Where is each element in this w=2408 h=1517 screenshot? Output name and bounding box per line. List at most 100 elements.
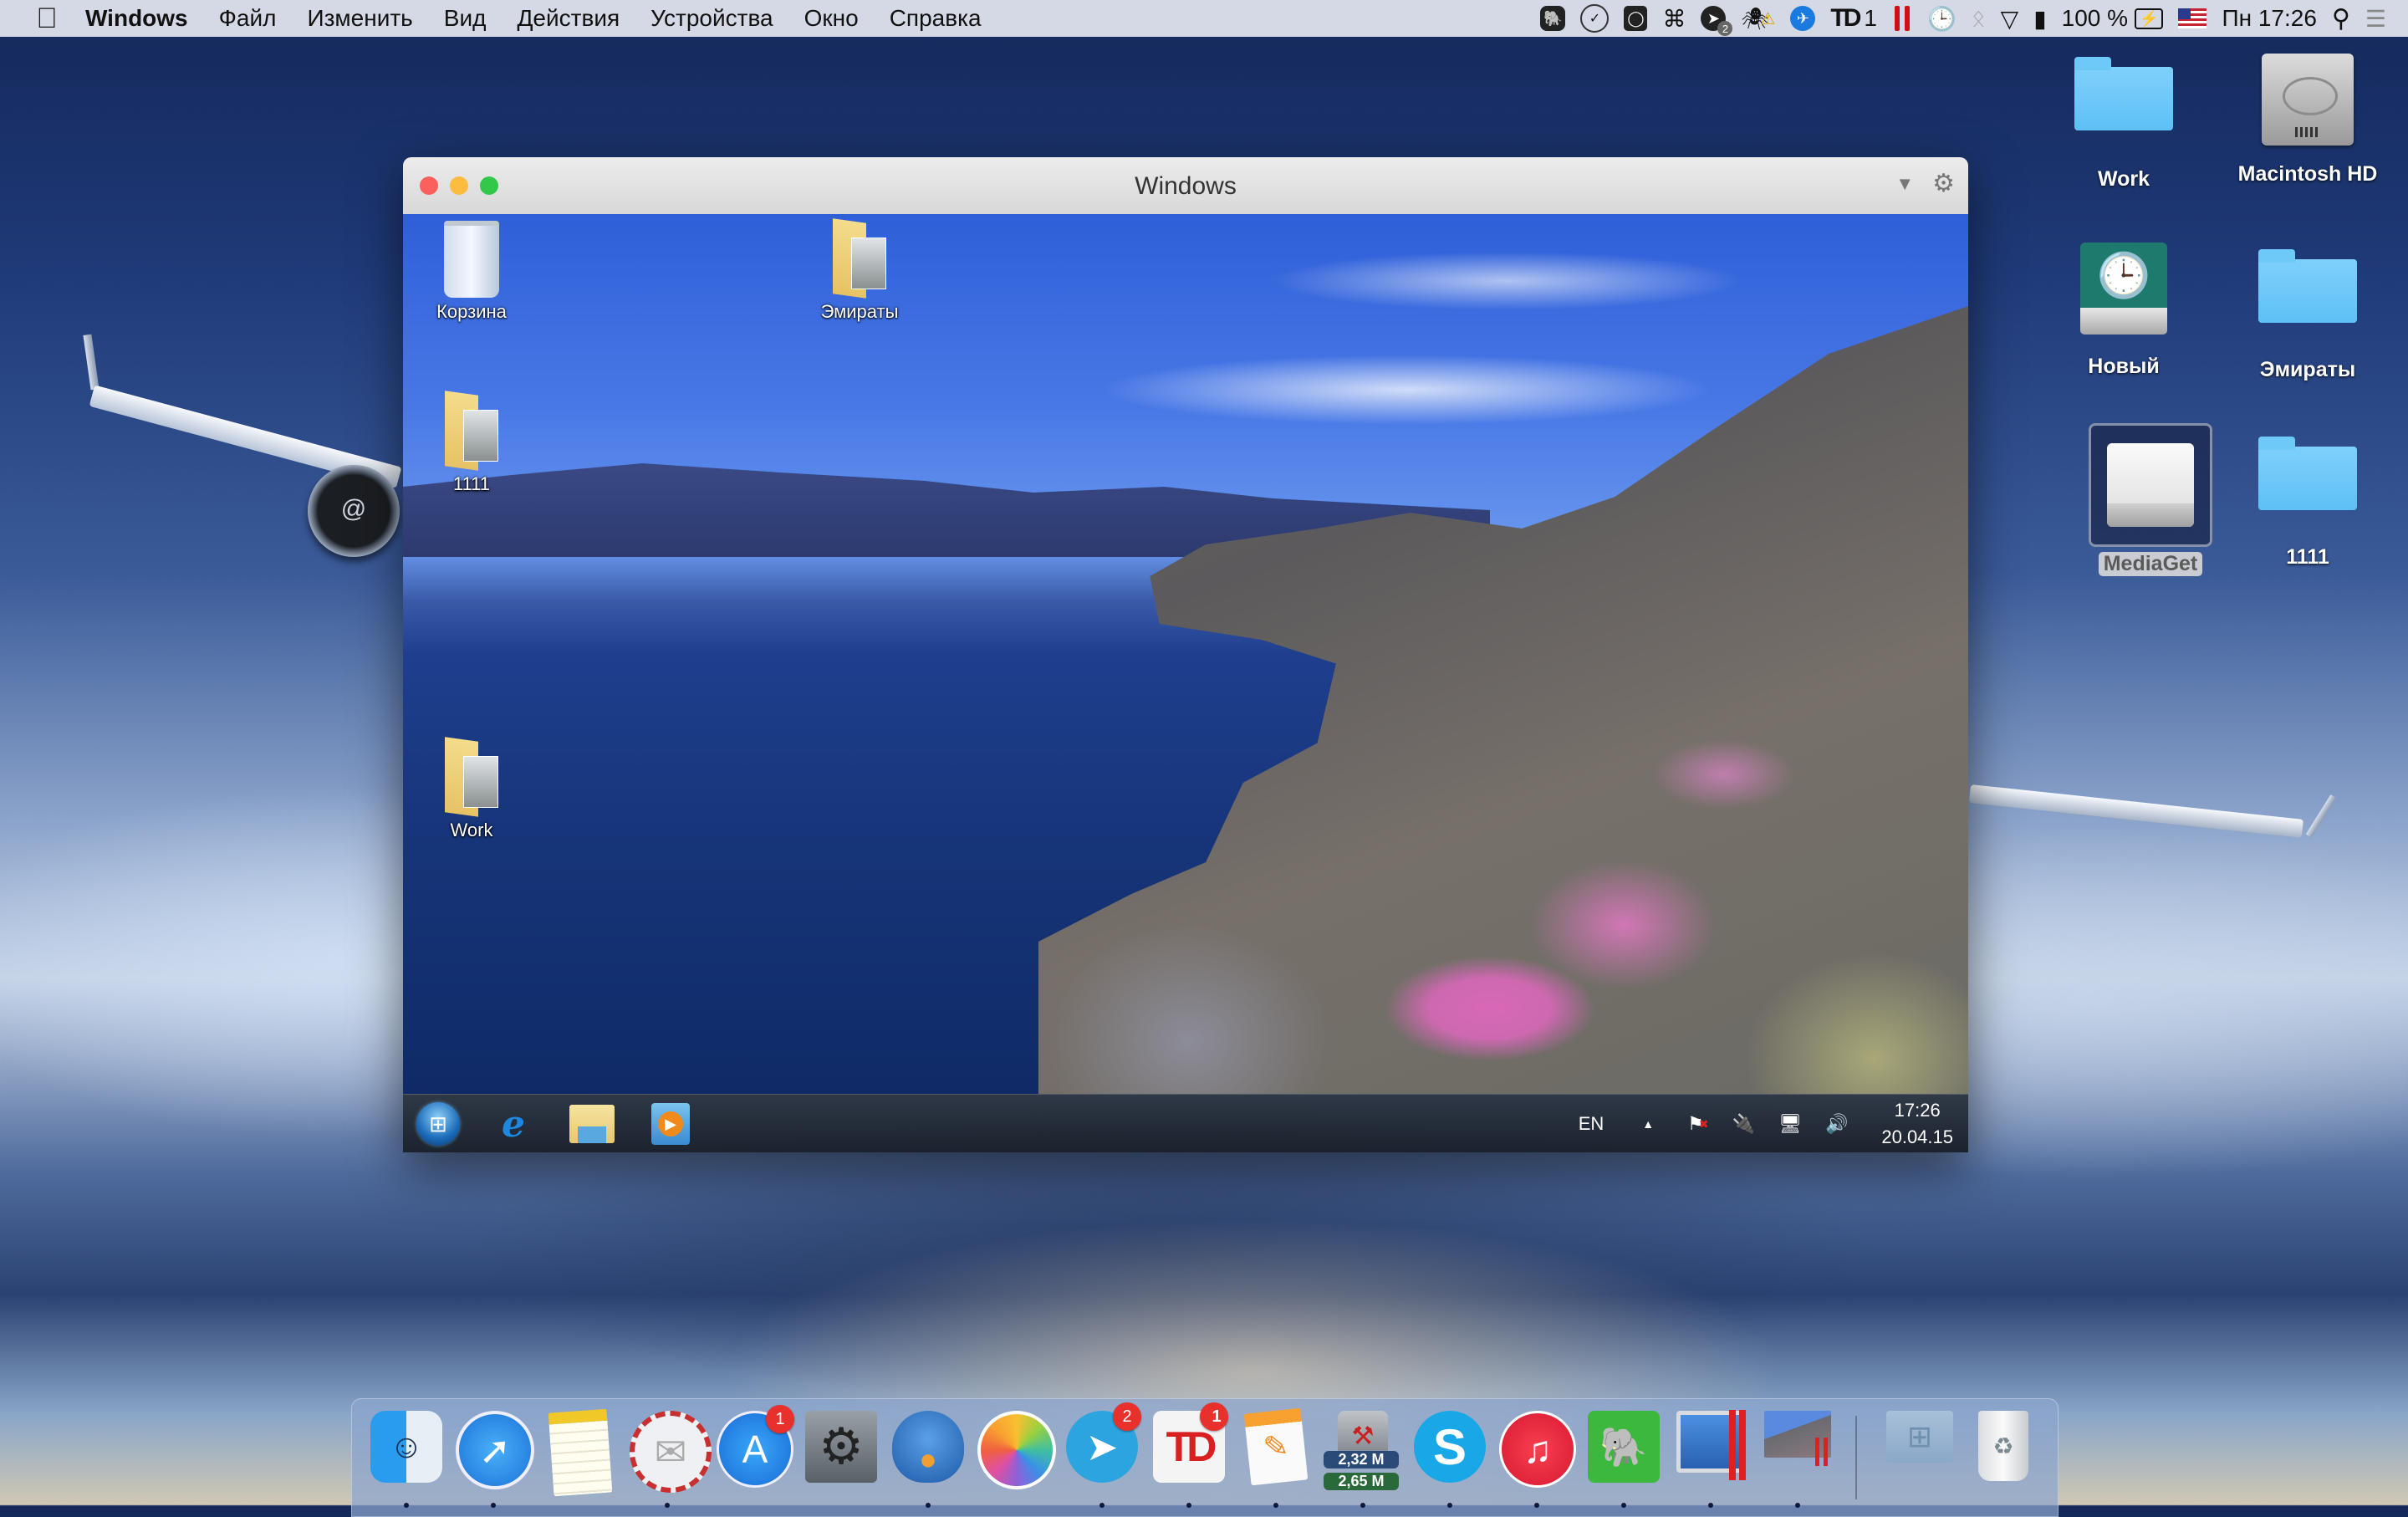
start-button[interactable]: ⊞ bbox=[416, 1102, 460, 1146]
menu-app-name[interactable]: Windows bbox=[85, 5, 188, 32]
win-desktop-icon-recycle-bin[interactable]: Корзина bbox=[413, 221, 530, 323]
desktop-icon-work[interactable]: Work bbox=[2040, 47, 2207, 192]
bluetooth-menu-icon[interactable]: ᛟ bbox=[1972, 0, 1986, 37]
win-desktop-icon-1111[interactable]: 1111 bbox=[413, 393, 530, 495]
desktop-icon-1111[interactable]: 1111 bbox=[2224, 430, 2391, 570]
desktop-icon-label: 1111 bbox=[2286, 545, 2329, 569]
taskbar-time: 17:26 bbox=[1894, 1100, 1941, 1121]
dock-finder[interactable]: ☺ bbox=[369, 1411, 444, 1508]
dock-skype[interactable]: S bbox=[1412, 1411, 1487, 1508]
wunderlist-menu-icon[interactable]: ✓ bbox=[1580, 0, 1610, 37]
dock-tweetbot[interactable]: ● bbox=[890, 1411, 966, 1508]
time-machine-menu-icon[interactable]: 🕒 bbox=[1927, 0, 1956, 37]
win-icon-label: Корзина bbox=[436, 301, 507, 322]
dock-safari[interactable]: ➚ bbox=[456, 1411, 534, 1508]
desktop-icon-novyi[interactable]: 🕒 Новый bbox=[2040, 243, 2207, 379]
win-icon-label: 1111 bbox=[452, 473, 491, 494]
desktop-icon-emiraty[interactable]: Эмираты bbox=[2224, 243, 2391, 382]
dock-photos[interactable] bbox=[977, 1411, 1056, 1494]
dock-pages[interactable]: ✎ bbox=[1238, 1407, 1314, 1508]
menu-actions[interactable]: Действия bbox=[517, 5, 620, 32]
dock-parallels-desktop[interactable] bbox=[1673, 1410, 1748, 1508]
parallels-menu-icon[interactable] bbox=[1892, 0, 1912, 37]
desktop-icon-mediaget[interactable]: MediaGet bbox=[2067, 423, 2234, 576]
taskbar-clock[interactable]: 17:26 20.04.15 bbox=[1881, 1097, 1953, 1151]
dock-telegram[interactable]: ➤ 2 bbox=[1064, 1402, 1141, 1508]
airplane-wing-right bbox=[1968, 784, 2303, 838]
menu-bar:  Windows Файл Изменить Вид Действия Уст… bbox=[0, 0, 2408, 37]
spotlight-search-icon[interactable]: ⚲ bbox=[2332, 0, 2350, 37]
window-titlebar[interactable]: Windows ▼ ⚙ bbox=[403, 157, 1968, 215]
telegram-menu-icon[interactable]: ➤ 2 bbox=[1701, 0, 1733, 37]
system-tray: EN ▲ ⚑ ✖ 🔌 🖥 🔊 17:26 20.04.15 bbox=[1555, 1095, 1953, 1152]
dock-app-store[interactable]: A1 bbox=[717, 1405, 794, 1494]
dock-evernote[interactable]: 🐘 bbox=[1586, 1411, 1661, 1508]
apple-menu-icon[interactable]:  bbox=[33, 4, 60, 33]
running-indicator bbox=[1273, 1503, 1278, 1508]
power-plug-icon[interactable]: 🔌 bbox=[1732, 1113, 1755, 1135]
gear-icon: ⚙ bbox=[805, 1411, 877, 1483]
input-source-flag-icon[interactable] bbox=[2178, 0, 2207, 37]
taskbar-internet-explorer[interactable]: e bbox=[488, 1101, 538, 1147]
taskbar-media-player[interactable]: ▶ bbox=[645, 1101, 696, 1147]
dock-airmail[interactable]: ✉ bbox=[630, 1411, 712, 1508]
menu-file[interactable]: Файл bbox=[219, 5, 277, 32]
parallels-monitor-icon bbox=[1676, 1410, 1746, 1480]
win-desktop-icon-emiraty[interactable]: Эмираты bbox=[801, 221, 918, 323]
command-menu-icon[interactable]: ⌘ bbox=[1662, 0, 1686, 37]
win-icon-label: Эмираты bbox=[820, 301, 899, 322]
photos-flower-icon bbox=[977, 1411, 1056, 1489]
desktop-icon-macintosh-hd[interactable]: Macintosh HD bbox=[2224, 54, 2391, 186]
dock-notes[interactable] bbox=[543, 1408, 618, 1497]
desktop-icon-label-selected: MediaGet bbox=[2098, 552, 2203, 576]
dock: ☺ ➚ ✉ A1 ⚙ ● ➤2 TD1 ✎ ⚒ 2,32 M 2,65 M bbox=[351, 1398, 2059, 1517]
drweb-menu-icon[interactable]: 🕷 ⚠ bbox=[1741, 0, 1775, 37]
windows-vm-thumbnail-icon bbox=[1764, 1411, 1831, 1466]
vm-window: Windows ▼ ⚙ Корзина Эмираты 1111 Work ⊞ … bbox=[403, 157, 1968, 1152]
language-indicator[interactable]: EN bbox=[1579, 1113, 1604, 1135]
network-monitor-icon[interactable]: 🖥 bbox=[1778, 1113, 1802, 1135]
dock-separator bbox=[1855, 1416, 1857, 1499]
dock-todoist[interactable]: TD 1 bbox=[1151, 1402, 1228, 1508]
todoist-menu-icon[interactable]: TD 1 bbox=[1830, 0, 1877, 37]
hard-drive-icon bbox=[2262, 54, 2354, 146]
internet-explorer-icon: e bbox=[502, 1102, 525, 1146]
dock-trash[interactable]: ♻ bbox=[1966, 1411, 2041, 1494]
menu-help[interactable]: Справка bbox=[890, 5, 982, 32]
battery-percent[interactable]: 100 % bbox=[2062, 0, 2128, 37]
running-indicator bbox=[1447, 1503, 1452, 1508]
menu-view[interactable]: Вид bbox=[444, 5, 487, 32]
action-center-flag-icon[interactable]: ⚑ ✖ bbox=[1687, 1113, 1708, 1135]
menu-window[interactable]: Окно bbox=[804, 5, 859, 32]
volume-icon[interactable]: 🔊 bbox=[1825, 1113, 1848, 1135]
gear-icon[interactable]: ⚙ bbox=[1932, 169, 1955, 198]
menu-edit[interactable]: Изменить bbox=[307, 5, 412, 32]
alfred-menu-icon[interactable]: ◯ bbox=[1624, 0, 1648, 37]
dock-windows-vm[interactable] bbox=[1760, 1411, 1835, 1508]
wifi-menu-icon[interactable]: ▽ bbox=[2001, 0, 2019, 37]
flight-menu-icon[interactable]: ✈ bbox=[1790, 0, 1816, 37]
notification-center-icon[interactable]: ☰ bbox=[2365, 0, 2386, 37]
airplane-wingtip-right bbox=[2305, 794, 2337, 838]
win-desktop-icon-work[interactable]: Work bbox=[413, 739, 530, 841]
time-machine-drive-icon: 🕒 bbox=[2080, 243, 2167, 336]
menu-clock[interactable]: Пн 17:26 bbox=[2222, 0, 2316, 37]
windows-apps-folder-icon: ⊞ bbox=[1886, 1411, 1953, 1463]
running-indicator bbox=[926, 1503, 931, 1508]
folder-icon bbox=[445, 739, 498, 816]
menu-devices[interactable]: Устройства bbox=[650, 5, 773, 32]
running-indicator bbox=[1186, 1503, 1191, 1508]
trash-full-icon: ♻ bbox=[1978, 1411, 2028, 1481]
taskbar-windows-explorer[interactable] bbox=[567, 1101, 617, 1147]
dock-system-preferences[interactable]: ⚙ bbox=[804, 1411, 879, 1494]
evernote-menu-icon[interactable]: 🐘 bbox=[1540, 0, 1566, 37]
dropdown-arrow-icon[interactable]: ▼ bbox=[1895, 173, 1914, 195]
dock-itunes[interactable]: ♫ bbox=[1499, 1411, 1576, 1508]
dock-windows-applications-stack[interactable]: ⊞ bbox=[1882, 1411, 1957, 1494]
show-hidden-icons-arrow[interactable]: ▲ bbox=[1642, 1117, 1654, 1131]
todoist-menu-count: 1 bbox=[1864, 5, 1877, 31]
dock-network-monitor[interactable]: ⚒ 2,32 M 2,65 M bbox=[1324, 1411, 1400, 1508]
battery-charging-icon[interactable]: ⚡ bbox=[2135, 0, 2164, 37]
desktop-icon-label: Work bbox=[2097, 167, 2150, 191]
volume-menu-icon[interactable]: ▮ bbox=[2033, 0, 2046, 37]
